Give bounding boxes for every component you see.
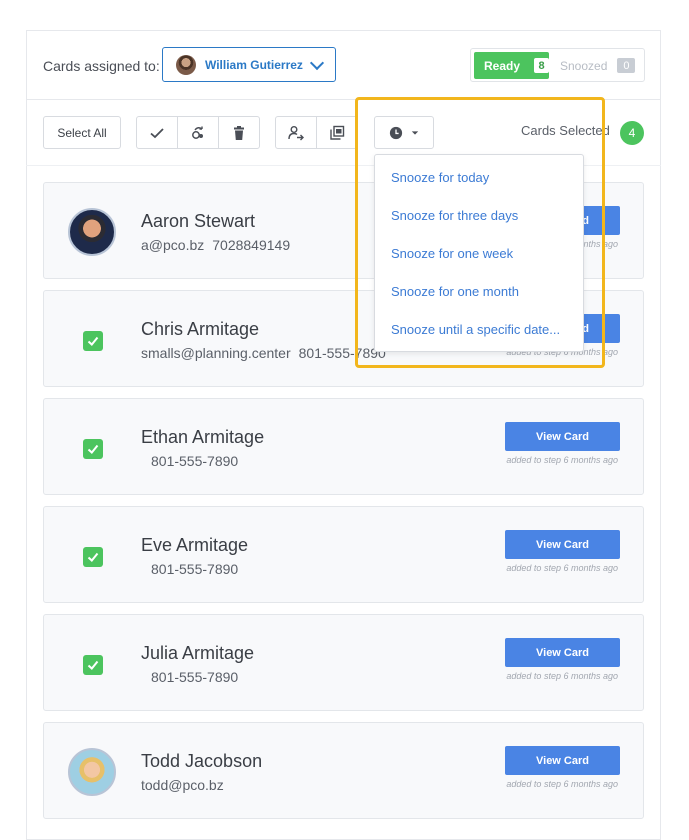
card-name: Julia Armitage xyxy=(141,643,255,663)
card-phone: 801-555-7890 xyxy=(151,669,239,685)
avatar xyxy=(68,208,116,256)
card-contact: 801-555-7890 xyxy=(141,561,238,577)
check-icon xyxy=(87,336,99,346)
view-card-button[interactable]: View Card xyxy=(505,638,620,667)
selected-checkbox[interactable] xyxy=(83,547,103,567)
tab-snoozed-label: Snoozed xyxy=(560,58,608,73)
complete-button[interactable] xyxy=(136,116,178,149)
select-all-button[interactable]: Select All xyxy=(43,116,121,149)
send-to-person-button[interactable] xyxy=(275,116,317,149)
tab-snoozed-count: 0 xyxy=(617,58,636,73)
list-item: Julia Armitage 801-555-7890 View Card ad… xyxy=(43,614,644,711)
view-card-button[interactable]: View Card xyxy=(505,422,620,451)
tab-snoozed[interactable]: Snoozed 0 xyxy=(560,52,636,79)
card-email: a@pco.bz xyxy=(141,237,205,253)
card-name: Todd Jacobson xyxy=(141,751,263,771)
check-icon xyxy=(87,444,99,454)
avatar xyxy=(68,748,116,796)
avatar xyxy=(176,54,196,75)
added-timestamp: added to step 6 months ago xyxy=(506,671,618,681)
highlight-frame xyxy=(355,97,605,368)
card-email: smalls@planning.center xyxy=(141,345,291,361)
card-phone: 801-555-7890 xyxy=(151,453,239,469)
check-icon xyxy=(87,660,99,670)
added-timestamp: added to step 6 months ago xyxy=(506,563,618,573)
cards-selected-count: 4 xyxy=(620,121,644,145)
copy-cards-button[interactable] xyxy=(316,116,358,149)
assigned-label: Cards assigned to: xyxy=(43,58,160,74)
selected-checkbox[interactable] xyxy=(83,331,103,351)
added-timestamp: added to step 6 months ago xyxy=(506,779,618,789)
added-timestamp: added to step 6 months ago xyxy=(506,455,618,465)
view-card-button[interactable]: View Card xyxy=(505,746,620,775)
list-item: Eve Armitage 801-555-7890 View Card adde… xyxy=(43,506,644,603)
list-item: Todd Jacobson todd@pco.bz View Card adde… xyxy=(43,722,644,819)
list-item: Ethan Armitage 801-555-7890 View Card ad… xyxy=(43,398,644,495)
card-contact: todd@pco.bz xyxy=(141,777,232,793)
card-name: Chris Armitage xyxy=(141,319,260,339)
assignee-name: William Gutierrez xyxy=(205,57,303,72)
trash-icon xyxy=(234,125,244,140)
check-icon xyxy=(87,552,99,562)
tab-ready-count: 8 xyxy=(534,58,549,73)
card-name: Ethan Armitage xyxy=(141,427,265,447)
reassign-button[interactable] xyxy=(177,116,219,149)
card-contact: smalls@planning.center 801-555-7890 xyxy=(141,345,386,361)
card-email: todd@pco.bz xyxy=(141,777,224,793)
copy-cards-icon xyxy=(330,125,345,140)
delete-button[interactable] xyxy=(218,116,260,149)
tab-ready[interactable]: Ready 8 xyxy=(474,52,549,79)
selected-checkbox[interactable] xyxy=(83,439,103,459)
chevron-down-icon xyxy=(309,55,325,71)
selected-checkbox[interactable] xyxy=(83,655,103,675)
status-tabs: Ready 8 Snoozed 0 xyxy=(470,48,645,82)
card-name: Eve Armitage xyxy=(141,535,249,555)
header-bar: Cards assigned to: William Gutierrez Rea… xyxy=(26,30,661,100)
tab-ready-label: Ready xyxy=(484,58,521,73)
card-phone: 7028849149 xyxy=(212,237,291,253)
check-icon xyxy=(150,127,164,138)
card-name: Aaron Stewart xyxy=(141,211,256,231)
card-contact: 801-555-7890 xyxy=(141,453,238,469)
view-card-button[interactable]: View Card xyxy=(505,530,620,559)
send-to-person-icon xyxy=(288,125,304,140)
assignee-dropdown[interactable]: William Gutierrez xyxy=(162,47,336,82)
reassign-icon xyxy=(192,126,203,139)
card-phone: 801-555-7890 xyxy=(151,561,239,577)
card-contact: 801-555-7890 xyxy=(141,669,238,685)
card-contact: a@pco.bz 7028849149 xyxy=(141,237,290,253)
